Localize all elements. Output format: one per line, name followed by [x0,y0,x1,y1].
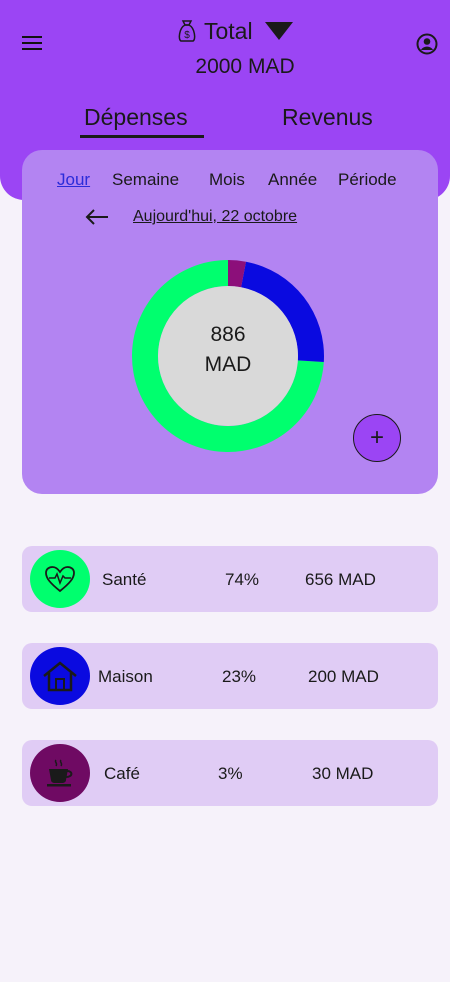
coffee-cup-icon [30,744,90,802]
menu-icon[interactable] [22,36,42,52]
category-percent: 23% [222,667,257,686]
category-name: Café [104,764,140,783]
category-percent: 74% [225,570,260,589]
total-label: Total [204,17,253,44]
category-amount: 200 MAD [308,667,379,686]
total-amount: 2000 MAD [195,55,295,78]
category-name: Maison [98,667,153,686]
profile-icon[interactable] [416,33,438,55]
category-row-cafe[interactable]: Café 3% 30 MAD [22,740,438,806]
date-label[interactable]: Aujourd'hui, 22 octobre [133,208,297,226]
svg-text:$: $ [184,30,190,41]
category-name: Santé [102,570,147,589]
heart-pulse-icon [30,550,90,608]
active-tab-indicator [80,135,204,138]
caret-down-icon[interactable] [264,22,293,40]
summary-card: Jour Semaine Mois Année Période Aujourd'… [22,150,438,494]
period-tab-annee[interactable]: Année [268,170,317,190]
period-tab-jour[interactable]: Jour [57,170,90,190]
category-percent: 3% [218,764,243,783]
donut-center-total: 886 MAD [187,320,269,380]
money-bag-icon: $ [178,20,196,42]
period-tab-mois[interactable]: Mois [209,170,245,190]
tab-revenus[interactable]: Revenus [282,104,373,131]
donut-center-currency: MAD [204,353,252,376]
tab-depenses[interactable]: Dépenses [84,104,188,131]
add-expense-button[interactable]: + [353,414,401,462]
donut-center-amount: 886 [210,323,246,346]
total-selector[interactable]: $ Total [176,16,293,46]
period-tab-periode[interactable]: Période [338,170,397,190]
category-row-sante[interactable]: Santé 74% 656 MAD [22,546,438,612]
category-amount: 656 MAD [305,570,376,589]
back-arrow-icon[interactable] [84,208,110,226]
period-tab-semaine[interactable]: Semaine [112,170,179,190]
category-row-maison[interactable]: Maison 23% 200 MAD [22,643,438,709]
category-amount: 30 MAD [312,764,374,783]
house-icon [30,647,90,705]
